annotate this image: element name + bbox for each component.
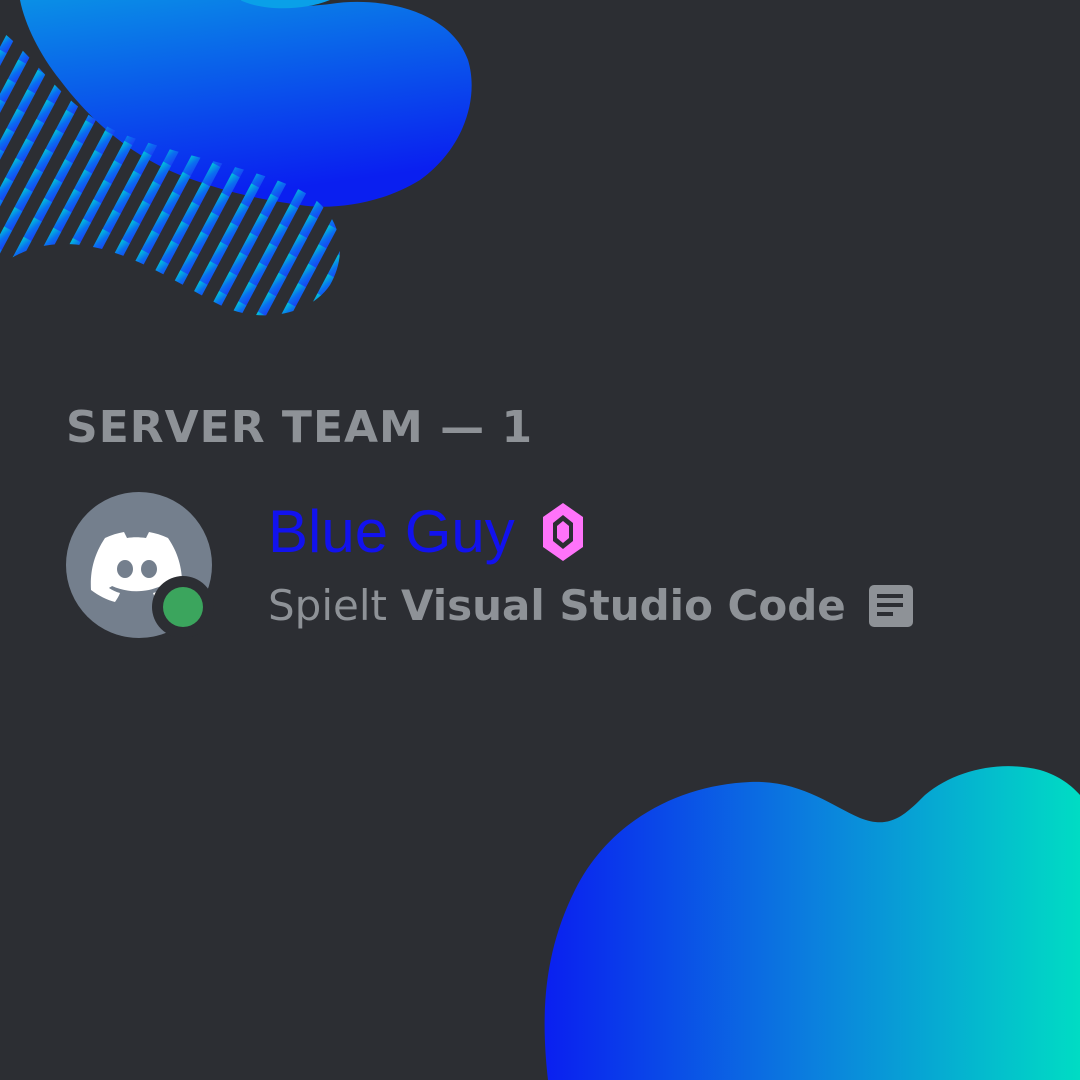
bottom-right-blob	[544, 766, 1080, 1080]
member-name[interactable]: Blue Guy	[268, 494, 515, 570]
online-status-icon	[152, 576, 214, 638]
activity-verb: Spielt	[268, 581, 387, 630]
activity-name: Visual Studio Code	[400, 581, 846, 630]
activity-status: Spielt Visual Studio Code	[268, 578, 914, 634]
rich-presence-icon[interactable]	[868, 584, 914, 628]
member-name-row: Blue Guy	[268, 494, 587, 570]
nitro-booster-icon[interactable]	[539, 501, 587, 563]
member-list-section-header: SERVER TEAM — 1	[66, 402, 534, 453]
member-list-item[interactable]: Blue Guy Spielt Visual Studio Code	[64, 488, 944, 648]
